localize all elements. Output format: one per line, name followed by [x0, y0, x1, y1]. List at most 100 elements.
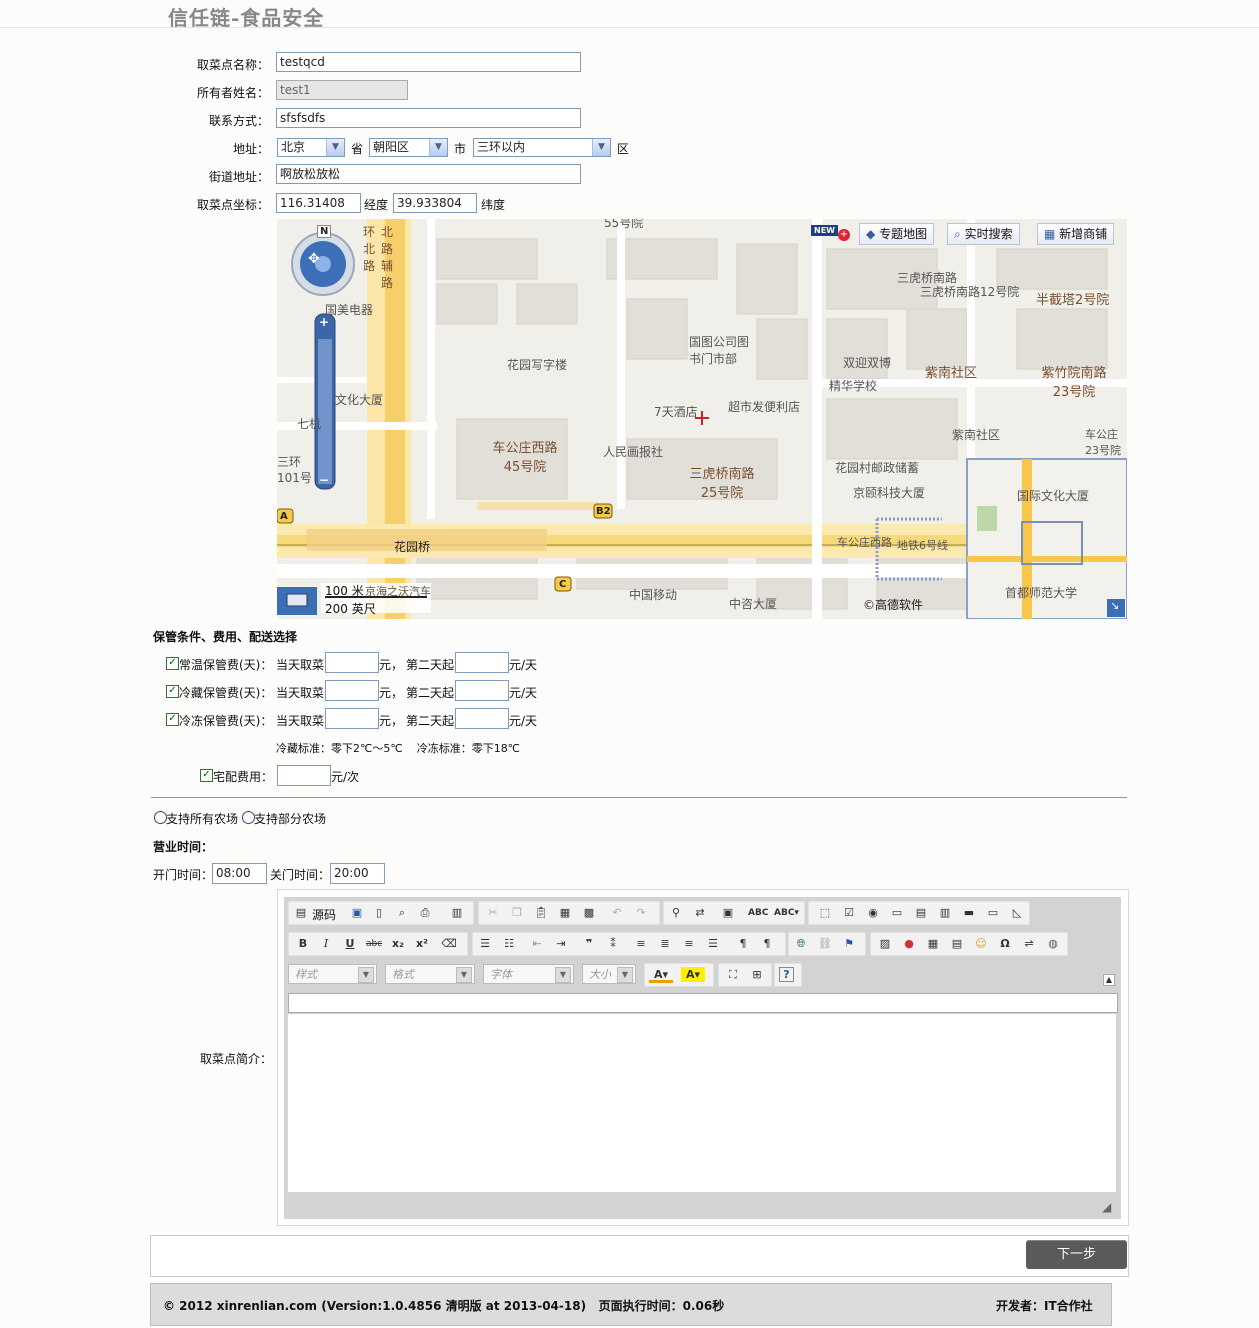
- special-char-icon[interactable]: Ω: [997, 936, 1013, 952]
- theme-map-button[interactable]: ◆ 专题地图: [859, 223, 935, 245]
- district-select[interactable]: 三环以内 ▼: [473, 138, 611, 157]
- superscript-icon[interactable]: x²: [414, 936, 430, 952]
- city-select[interactable]: 朝阳区 ▼: [369, 138, 448, 157]
- replace-icon[interactable]: ⇄: [692, 905, 708, 921]
- link-icon[interactable]: 🌐︎: [793, 936, 809, 952]
- format-combo[interactable]: 格式 ▼: [385, 964, 475, 984]
- add-icon[interactable]: +: [838, 229, 850, 241]
- add-shop-button[interactable]: ▦ 新增商铺: [1037, 223, 1115, 245]
- contact-input[interactable]: sfsfsdfs: [276, 108, 581, 128]
- spellcheck-options-icon[interactable]: ABC▾: [774, 905, 799, 921]
- about-icon[interactable]: ?: [779, 967, 794, 982]
- realtime-search-button[interactable]: ⌕ 实时搜索: [947, 223, 1020, 245]
- iframe-icon[interactable]: ◍: [1045, 936, 1061, 952]
- location-map[interactable]: 55号院 三虎桥南路 三虎桥南路12号院 半截塔2号院 国美电器 国图公司图书门…: [277, 219, 1127, 619]
- room-temp-today-input[interactable]: [325, 652, 379, 673]
- background-color-icon[interactable]: A▾: [681, 967, 705, 982]
- bold-icon[interactable]: B: [295, 936, 311, 952]
- align-right-icon[interactable]: ≡: [681, 936, 697, 952]
- bulleted-list-icon[interactable]: ☷: [501, 936, 517, 952]
- underline-icon[interactable]: U: [342, 936, 358, 952]
- zoom-out-icon[interactable]: −: [319, 473, 329, 487]
- delivery-checkbox[interactable]: ✓: [200, 769, 213, 782]
- next-step-button[interactable]: 下一步: [1026, 1240, 1127, 1269]
- blockquote-icon[interactable]: ❞: [581, 936, 597, 952]
- new-badge[interactable]: NEW: [811, 225, 838, 236]
- remove-format-icon[interactable]: ⌫: [441, 936, 457, 952]
- close-time-input[interactable]: 20:00: [330, 863, 385, 884]
- size-combo[interactable]: 大小 ▼: [582, 964, 636, 984]
- pan-control-icon[interactable]: ✥: [308, 251, 320, 267]
- numbered-list-icon[interactable]: ☰: [477, 936, 493, 952]
- horizontal-rule-icon[interactable]: ▤: [949, 936, 965, 952]
- delivery-fee-input[interactable]: [277, 765, 331, 786]
- style-combo[interactable]: 样式 ▼: [288, 964, 377, 984]
- checkbox-icon[interactable]: ☑: [841, 905, 857, 921]
- table-icon[interactable]: ▦: [925, 936, 941, 952]
- justify-icon[interactable]: ☰: [705, 936, 721, 952]
- show-blocks-icon[interactable]: ⊞: [749, 967, 765, 983]
- align-left-icon[interactable]: ≡: [633, 936, 649, 952]
- italic-icon[interactable]: I: [318, 936, 334, 952]
- paste-text-icon[interactable]: ▦: [557, 905, 573, 921]
- text-field-icon[interactable]: ▭: [889, 905, 905, 921]
- rtl-icon[interactable]: ¶: [759, 936, 775, 952]
- font-combo[interactable]: 字体 ▼: [483, 964, 574, 984]
- maximize-icon[interactable]: ⛶: [725, 967, 741, 983]
- image-icon[interactable]: ▨: [877, 936, 893, 952]
- marker-c[interactable]: C: [559, 579, 566, 590]
- longitude-input[interactable]: 116.31408: [276, 193, 361, 213]
- hidden-field-icon[interactable]: ◺: [1009, 905, 1025, 921]
- outdent-icon[interactable]: ⇤: [529, 936, 545, 952]
- chilled-today-input[interactable]: [325, 680, 379, 701]
- spellcheck-icon[interactable]: ABC: [748, 905, 768, 921]
- strikethrough-icon[interactable]: abc: [366, 936, 382, 952]
- indent-icon[interactable]: ⇥: [553, 936, 569, 952]
- name-input[interactable]: testqcd: [276, 52, 581, 72]
- select-all-icon[interactable]: ▣: [720, 905, 736, 921]
- latitude-input[interactable]: 39.933804: [393, 193, 477, 213]
- unlink-icon[interactable]: ⛓: [817, 936, 833, 952]
- textarea-icon[interactable]: ▤: [913, 905, 929, 921]
- open-time-input[interactable]: 08:00: [212, 863, 267, 884]
- source-button-label[interactable]: 源码: [312, 906, 336, 923]
- paste-word-icon[interactable]: ▩: [581, 905, 597, 921]
- preview-icon[interactable]: ⌕: [394, 905, 410, 921]
- image-button-icon[interactable]: ▭: [985, 905, 1001, 921]
- find-icon[interactable]: ⚲: [668, 905, 684, 921]
- new-page-icon[interactable]: ▯: [371, 905, 387, 921]
- button-field-icon[interactable]: ▬: [961, 905, 977, 921]
- undo-icon[interactable]: ↶: [609, 905, 625, 921]
- paste-icon[interactable]: 📋︎: [533, 905, 549, 921]
- frozen-checkbox[interactable]: ✓: [166, 713, 179, 726]
- chilled-checkbox[interactable]: ✓: [166, 685, 179, 698]
- text-color-icon[interactable]: A▾: [649, 967, 673, 983]
- editor-content-area[interactable]: [288, 1014, 1116, 1192]
- collapse-toolbar-icon[interactable]: ▲: [1103, 974, 1115, 986]
- frozen-today-input[interactable]: [325, 708, 379, 729]
- marker-b2[interactable]: B2: [596, 506, 611, 517]
- div-container-icon[interactable]: ⁑: [605, 936, 621, 952]
- subscript-icon[interactable]: x₂: [390, 936, 406, 952]
- ltr-icon[interactable]: ¶: [735, 936, 751, 952]
- smiley-icon[interactable]: ☺: [973, 936, 989, 952]
- print-icon[interactable]: ⎙: [417, 905, 433, 921]
- street-input[interactable]: 啊放松放松: [276, 164, 581, 184]
- redo-icon[interactable]: ↷: [633, 905, 649, 921]
- align-center-icon[interactable]: ≣: [657, 936, 673, 952]
- radio-icon[interactable]: ◉: [865, 905, 881, 921]
- collapse-overview-icon[interactable]: ↘: [1110, 599, 1119, 612]
- source-icon[interactable]: ▤: [293, 905, 309, 921]
- chilled-second-input[interactable]: [455, 680, 509, 701]
- copy-icon[interactable]: ❐: [509, 905, 525, 921]
- flash-icon[interactable]: ●: [901, 936, 917, 952]
- room-temp-second-input[interactable]: [455, 652, 509, 673]
- form-icon[interactable]: ⬚: [817, 905, 833, 921]
- anchor-icon[interactable]: ⚑: [841, 936, 857, 952]
- frozen-second-input[interactable]: [455, 708, 509, 729]
- zoom-in-icon[interactable]: +: [319, 315, 329, 329]
- save-icon[interactable]: ▣: [349, 905, 365, 921]
- room-temp-checkbox[interactable]: ✓: [166, 657, 179, 670]
- resize-handle-icon[interactable]: ◢: [1102, 1200, 1111, 1214]
- province-select[interactable]: 北京 ▼: [277, 138, 345, 157]
